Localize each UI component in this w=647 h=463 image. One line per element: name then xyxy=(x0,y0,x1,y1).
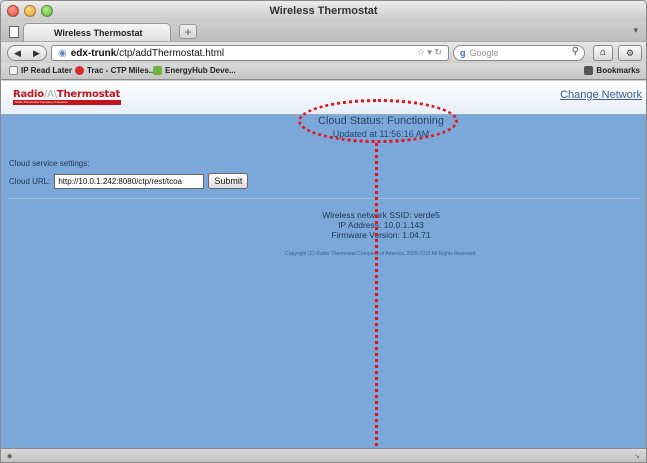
forward-arrow-icon[interactable]: ▶ xyxy=(27,48,46,59)
divider xyxy=(7,198,640,199)
back-forward-buttons: ◀ ▶ xyxy=(7,45,47,61)
bookmark-ip-read-later[interactable]: IP Read Later xyxy=(9,66,72,75)
google-icon[interactable]: g xyxy=(460,48,466,58)
tab-strip: Wireless Thermostat + ▾ xyxy=(1,21,646,41)
extensions-button[interactable]: ⚙ xyxy=(618,45,642,61)
network-ssid: Wireless network SSID: verde5 xyxy=(322,210,440,220)
minimize-window-button[interactable] xyxy=(24,5,36,17)
search-placeholder: Google xyxy=(469,48,499,58)
star-reload-icons[interactable]: ☆ ▾ ↻ xyxy=(417,47,442,58)
title-bar: Wireless Thermostat xyxy=(1,1,646,21)
copyright-text: Copyright (C) Radio Thermostat Company o… xyxy=(285,251,477,257)
url-domain: edx-trunk xyxy=(70,47,117,59)
url-path: /ctp/addThermostat.html xyxy=(116,47,225,59)
trac-icon xyxy=(75,66,84,75)
bookmarks-label: Bookmarks xyxy=(596,66,640,75)
annotation-pointer-line xyxy=(375,143,378,462)
globe-icon: ◉ xyxy=(58,47,67,59)
search-icon[interactable]: ⚲ xyxy=(572,46,579,57)
navigation-bar: ◀ ▶ ◉ edx-trunk /ctp/addThermostat.html … xyxy=(1,41,646,63)
tab-list-icon[interactable] xyxy=(9,26,19,38)
home-button[interactable]: ⌂ xyxy=(593,45,613,61)
browser-window: Wireless Thermostat Wireless Thermostat … xyxy=(0,0,647,463)
bookmarks-icon xyxy=(584,66,594,75)
bookmark-label: IP Read Later xyxy=(21,66,72,75)
new-tab-button[interactable]: + xyxy=(179,24,197,39)
resize-grip-icon[interactable]: ↘ xyxy=(634,452,640,460)
cloud-url-form: Cloud URL: Submit xyxy=(9,173,249,189)
change-network-link[interactable]: Change Network xyxy=(560,89,642,101)
status-left-icon: ◆ xyxy=(7,453,13,460)
firmware-version: Firmware Version: 1.04.71 xyxy=(331,230,431,240)
window-controls xyxy=(7,5,53,17)
settings-heading: Cloud service settings: xyxy=(9,159,90,168)
status-bar: ◆ ↘ xyxy=(1,448,646,462)
search-bar[interactable]: g Google ⚲ xyxy=(453,45,585,61)
logo-part1: Radio xyxy=(13,89,44,100)
bookmark-label: EnergyHub Deve... xyxy=(165,66,236,75)
logo-text: Radio/A\Thermostat xyxy=(13,89,121,100)
tab-label: Wireless Thermostat xyxy=(54,27,143,38)
window-title: Wireless Thermostat xyxy=(269,5,378,17)
extension-icon: ⚙ xyxy=(625,48,635,58)
bookmark-trac[interactable]: Trac - CTP Miles... xyxy=(75,66,155,75)
address-bar[interactable]: ◉ edx-trunk /ctp/addThermostat.html ☆ ▾ … xyxy=(51,45,449,61)
bookmarks-menu[interactable]: Bookmarks xyxy=(584,66,640,75)
cloud-url-label: Cloud URL: xyxy=(9,176,51,186)
tab-scroll-icon[interactable]: ▾ xyxy=(633,25,638,36)
tab-wireless-thermostat[interactable]: Wireless Thermostat xyxy=(23,23,171,41)
bookmark-icon xyxy=(9,66,18,75)
ip-address: IP Address: 10.0.1.143 xyxy=(338,220,424,230)
submit-button[interactable]: Submit xyxy=(208,173,249,189)
energyhub-icon xyxy=(153,66,162,75)
plus-icon: + xyxy=(184,24,192,39)
bookmark-label: Trac - CTP Miles... xyxy=(87,66,156,75)
close-window-button[interactable] xyxy=(7,5,19,17)
logo-part2: Thermostat xyxy=(56,89,121,100)
zoom-window-button[interactable] xyxy=(41,5,53,17)
logo-tagline: Radio Thermostat Company of America xyxy=(13,100,121,105)
cloud-url-input[interactable] xyxy=(54,173,205,189)
radio-thermostat-logo: Radio/A\Thermostat Radio Thermostat Comp… xyxy=(13,84,123,110)
bookmarks-bar: IP Read Later Trac - CTP Miles... Energy… xyxy=(1,63,646,80)
back-arrow-icon[interactable]: ◀ xyxy=(8,48,27,59)
annotation-ellipse xyxy=(298,99,458,143)
bookmark-energyhub[interactable]: EnergyHub Deve... xyxy=(153,66,236,75)
network-info: Wireless network SSID: verde5 IP Address… xyxy=(281,210,481,240)
home-icon: ⌂ xyxy=(599,47,607,58)
